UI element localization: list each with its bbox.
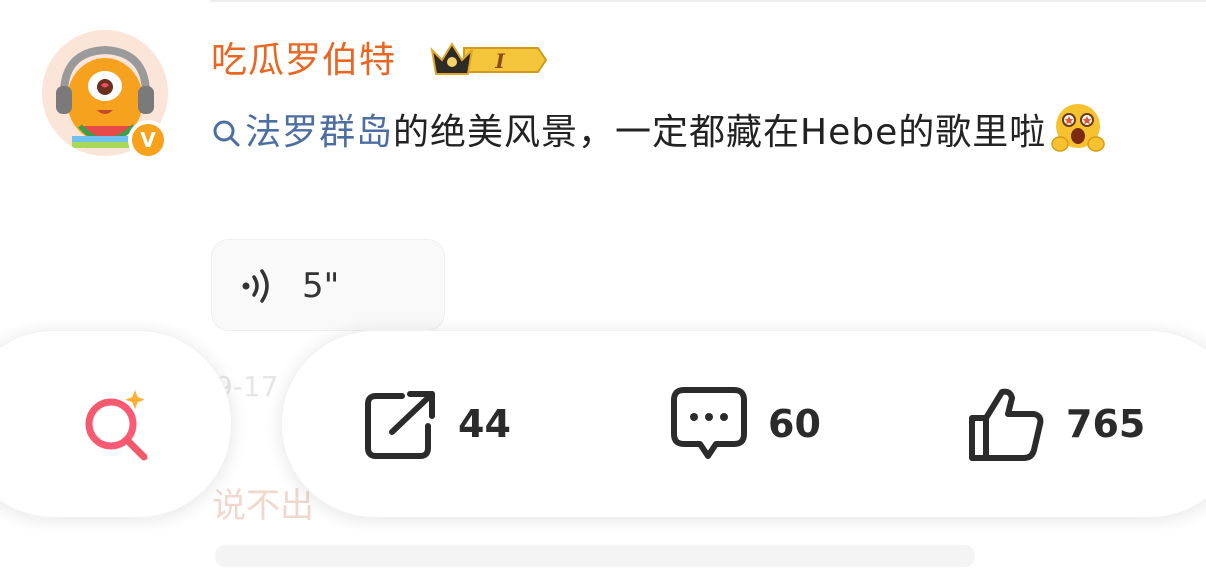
topic-label[interactable]: 法罗群岛 [245,112,393,153]
like-count: 765 [1066,402,1146,446]
search-icon [211,106,241,168]
voice-message-card[interactable]: 5" [211,239,445,331]
faded-reply-line [215,545,975,567]
share-count: 44 [458,402,511,446]
post-text: 的绝美风景，一定都藏在Hebe的歌里啦 [393,112,1047,153]
verified-badge-icon: V [128,120,168,160]
username[interactable]: 吃瓜罗伯特 [211,36,396,86]
sound-wave-icon [240,268,280,308]
thumbs-up-icon [969,388,1044,461]
voice-duration: 5" [302,266,340,306]
top-divider [210,0,1206,2]
member-crown-badge[interactable]: I [430,40,548,84]
faded-reply: 说不出 [212,486,314,526]
post-body: 法罗群岛的绝美风景，一定都藏在Hebe的歌里啦 [211,100,1171,176]
badge-level: I [494,49,505,73]
verified-badge-label: V [140,128,156,152]
comment-icon [671,387,747,459]
starstruck-emoji-icon [1050,100,1106,176]
comment-count: 60 [768,402,821,446]
share-button[interactable]: 44 [362,388,511,460]
post-page: V 吃瓜罗伯特 I 法罗群岛的绝美风景，一定都藏在Hebe的歌里啦 5" 9-1… [0,0,1206,579]
topic-link[interactable]: 法罗群岛 [211,112,393,153]
like-button[interactable]: 765 [968,388,1146,461]
share-icon [365,391,435,459]
crown-icon: I [430,42,548,75]
comment-button[interactable]: 60 [670,387,821,460]
ai-search-icon[interactable] [78,388,154,468]
